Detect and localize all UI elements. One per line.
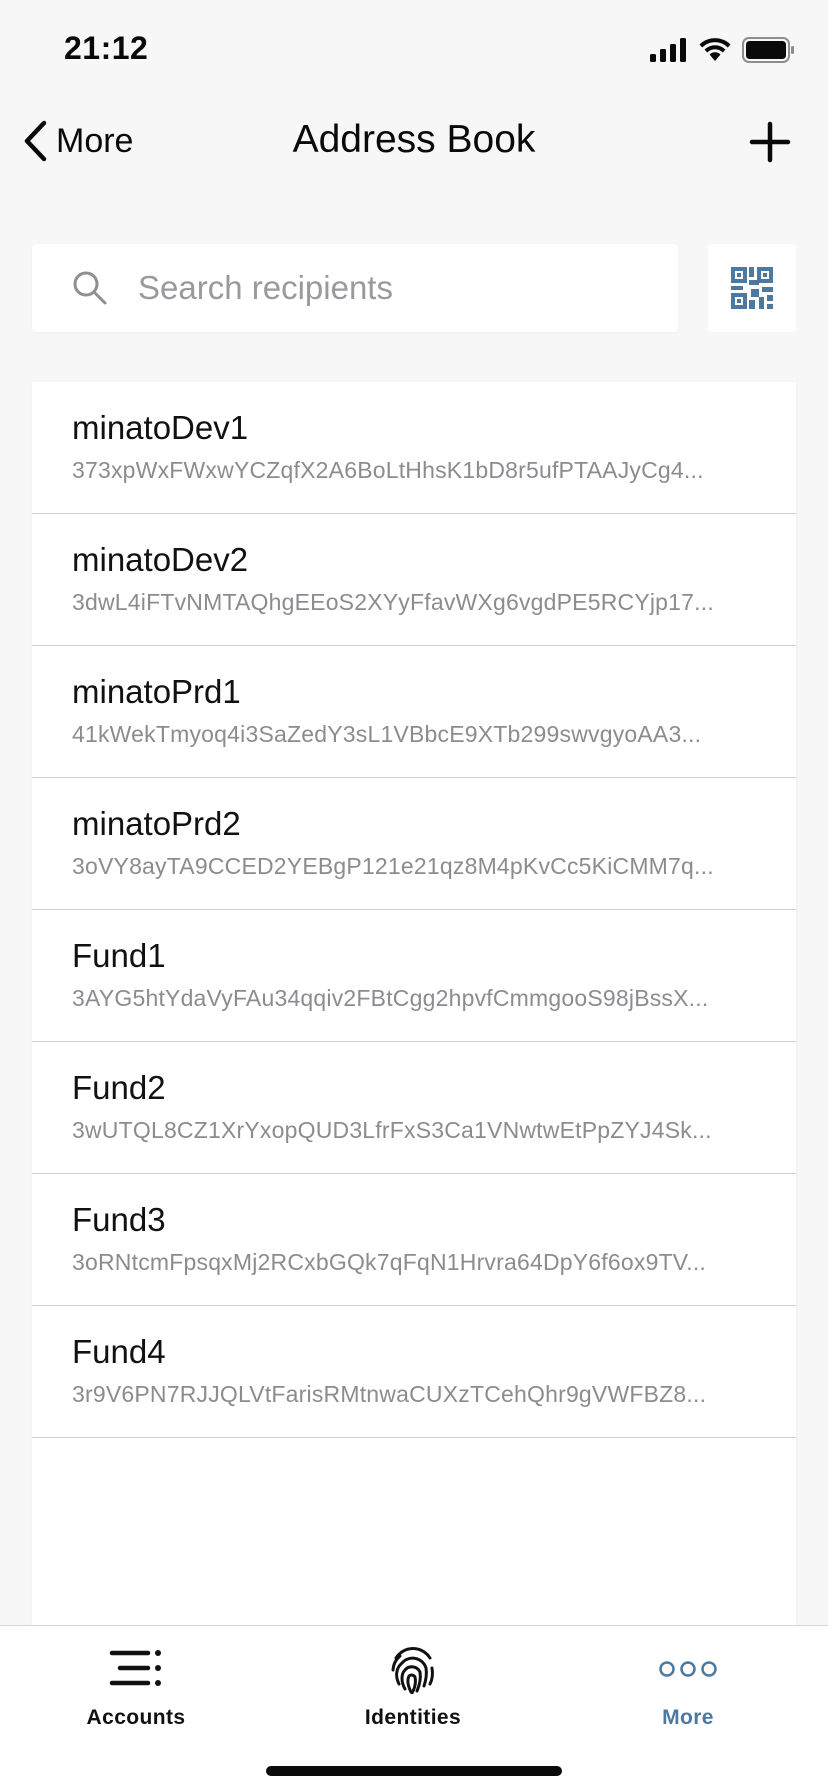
recipient-item[interactable]: minatoPrd2 3oVY8ayTA9CCED2YEBgP121e21qz8…	[32, 778, 796, 910]
battery-icon	[742, 37, 794, 63]
status-icons	[650, 36, 796, 64]
add-recipient-button[interactable]	[748, 120, 792, 164]
recipient-item[interactable]: Fund4 3r9V6PN7RJJQLVtFarisRMtnwaCUXzTCeh…	[32, 1306, 796, 1438]
fingerprint-icon	[391, 1647, 434, 1694]
accounts-list-icon	[109, 1650, 161, 1686]
recipient-address: 3wUTQL8CZ1XrYxopQUD3LfrFxS3Ca1VNwtwEtPpZ…	[72, 1117, 712, 1143]
recipient-address: 3dwL4iFTvNMTAQhgEEoS2XYyFfavWXg6vgdPE5RC…	[72, 589, 714, 615]
recipient-address: 3AYG5htYdaVyFAu34qqiv2FBtCgg2hpvfCmmgooS…	[72, 985, 709, 1011]
search-icon	[73, 271, 107, 305]
recipient-item[interactable]: minatoDev2 3dwL4iFTvNMTAQhgEEoS2XYyFfavW…	[32, 514, 796, 646]
recipient-item[interactable]: minatoDev1 373xpWxFWxwYCZqfX2A6BoLtHhsK1…	[32, 382, 796, 514]
recipient-name: Fund1	[72, 937, 166, 974]
qr-scan-button[interactable]	[708, 244, 796, 332]
tab-more[interactable]: More	[588, 1644, 788, 1730]
recipient-address: 373xpWxFWxwYCZqfX2A6BoLtHhsK1bD8r5ufPTAA…	[72, 457, 704, 483]
wifi-icon	[699, 38, 731, 61]
recipient-name: minatoDev2	[72, 541, 249, 578]
qr-code-icon	[731, 267, 773, 309]
tab-label: Accounts	[86, 1706, 186, 1729]
recipient-item[interactable]: minatoPrd1 41kWekTmyoq4i3SaZedY3sL1VBbcE…	[32, 646, 796, 778]
more-dots-icon	[659, 1661, 717, 1677]
search-box[interactable]	[32, 244, 678, 332]
navigation-bar: More Address Book	[0, 100, 828, 210]
recipient-item[interactable]: Fund2 3wUTQL8CZ1XrYxopQUD3LfrFxS3Ca1VNwt…	[32, 1042, 796, 1174]
tab-bar: Accounts Identities More	[0, 1625, 828, 1792]
recipient-address: 41kWekTmyoq4i3SaZedY3sL1VBbcE9XTb299swvg…	[72, 721, 702, 747]
recipient-item[interactable]: Fund3 3oRNtcmFpsqxMj2RCxbGQk7qFqN1Hrvra6…	[32, 1174, 796, 1306]
recipient-name: minatoPrd1	[72, 673, 241, 710]
tab-label: Identities	[364, 1706, 462, 1729]
recipient-name: Fund3	[72, 1201, 166, 1238]
recipient-name: minatoPrd2	[72, 805, 241, 842]
recipient-name: Fund2	[72, 1069, 166, 1106]
tab-identities[interactable]: Identities	[313, 1644, 513, 1730]
search-input[interactable]	[138, 258, 658, 318]
page-title: Address Book	[292, 118, 536, 161]
recipient-address: 3oVY8ayTA9CCED2YEBgP121e21qz8M4pKvCc5KiC…	[72, 853, 714, 879]
recipient-address: 3oRNtcmFpsqxMj2RCxbGQk7qFqN1Hrvra64DpY6f…	[72, 1249, 707, 1275]
home-indicator	[266, 1766, 562, 1776]
status-bar: 21:12	[0, 0, 828, 100]
recipient-address: 3r9V6PN7RJJQLVtFarisRMtnwaCUXzTCehQhr9gV…	[72, 1381, 707, 1407]
plus-icon	[749, 121, 791, 163]
tab-accounts[interactable]: Accounts	[36, 1644, 236, 1730]
recipient-name: minatoDev1	[72, 409, 249, 446]
address-book-screen: 21:12 More Address Book Search recipient…	[0, 0, 828, 1792]
recipient-name: Fund4	[72, 1333, 166, 1370]
recipient-list: minatoDev1 373xpWxFWxwYCZqfX2A6BoLtHhsK1…	[32, 382, 796, 1626]
status-time: 21:12	[64, 30, 149, 66]
recipient-item[interactable]: Fund1 3AYG5htYdaVyFAu34qqiv2FBtCgg2hpvfC…	[32, 910, 796, 1042]
signal-icon	[650, 38, 686, 62]
tab-label: More	[662, 1706, 714, 1729]
